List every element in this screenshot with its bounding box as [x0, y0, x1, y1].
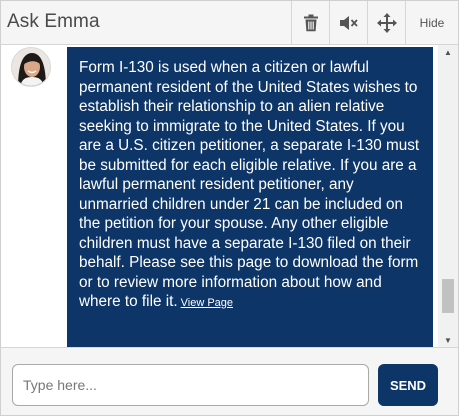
view-page-link[interactable]: View Page: [181, 297, 233, 309]
move-button[interactable]: [367, 1, 405, 44]
hide-label: Hide: [419, 15, 445, 30]
mute-icon: [339, 15, 358, 30]
chat-window: Ask Emma Hide Form I-130 is used when a …: [0, 0, 459, 416]
hide-button[interactable]: Hide: [405, 1, 458, 44]
trash-icon: [303, 14, 318, 31]
send-button[interactable]: SEND: [378, 364, 438, 406]
chat-input-bar: SEND: [1, 347, 458, 415]
chat-title: Ask Emma: [7, 11, 100, 32]
chat-scrollbar[interactable]: ▲ ▼: [438, 45, 458, 347]
move-icon: [376, 12, 397, 33]
agent-message-bubble: Form I-130 is used when a citizen or law…: [67, 47, 433, 347]
scroll-thumb[interactable]: [442, 279, 454, 313]
avatar: [11, 47, 51, 87]
chat-header: Ask Emma Hide: [1, 1, 458, 45]
chat-messages: Form I-130 is used when a citizen or law…: [1, 45, 458, 347]
scroll-down-arrow-icon[interactable]: ▼: [438, 333, 458, 347]
message-input[interactable]: [12, 364, 369, 406]
delete-button[interactable]: [291, 1, 329, 44]
scroll-up-arrow-icon[interactable]: ▲: [438, 45, 458, 59]
agent-message-text: Form I-130 is used when a citizen or law…: [79, 59, 420, 310]
mute-button[interactable]: [329, 1, 367, 44]
agent-avatar-icon: [12, 48, 50, 86]
